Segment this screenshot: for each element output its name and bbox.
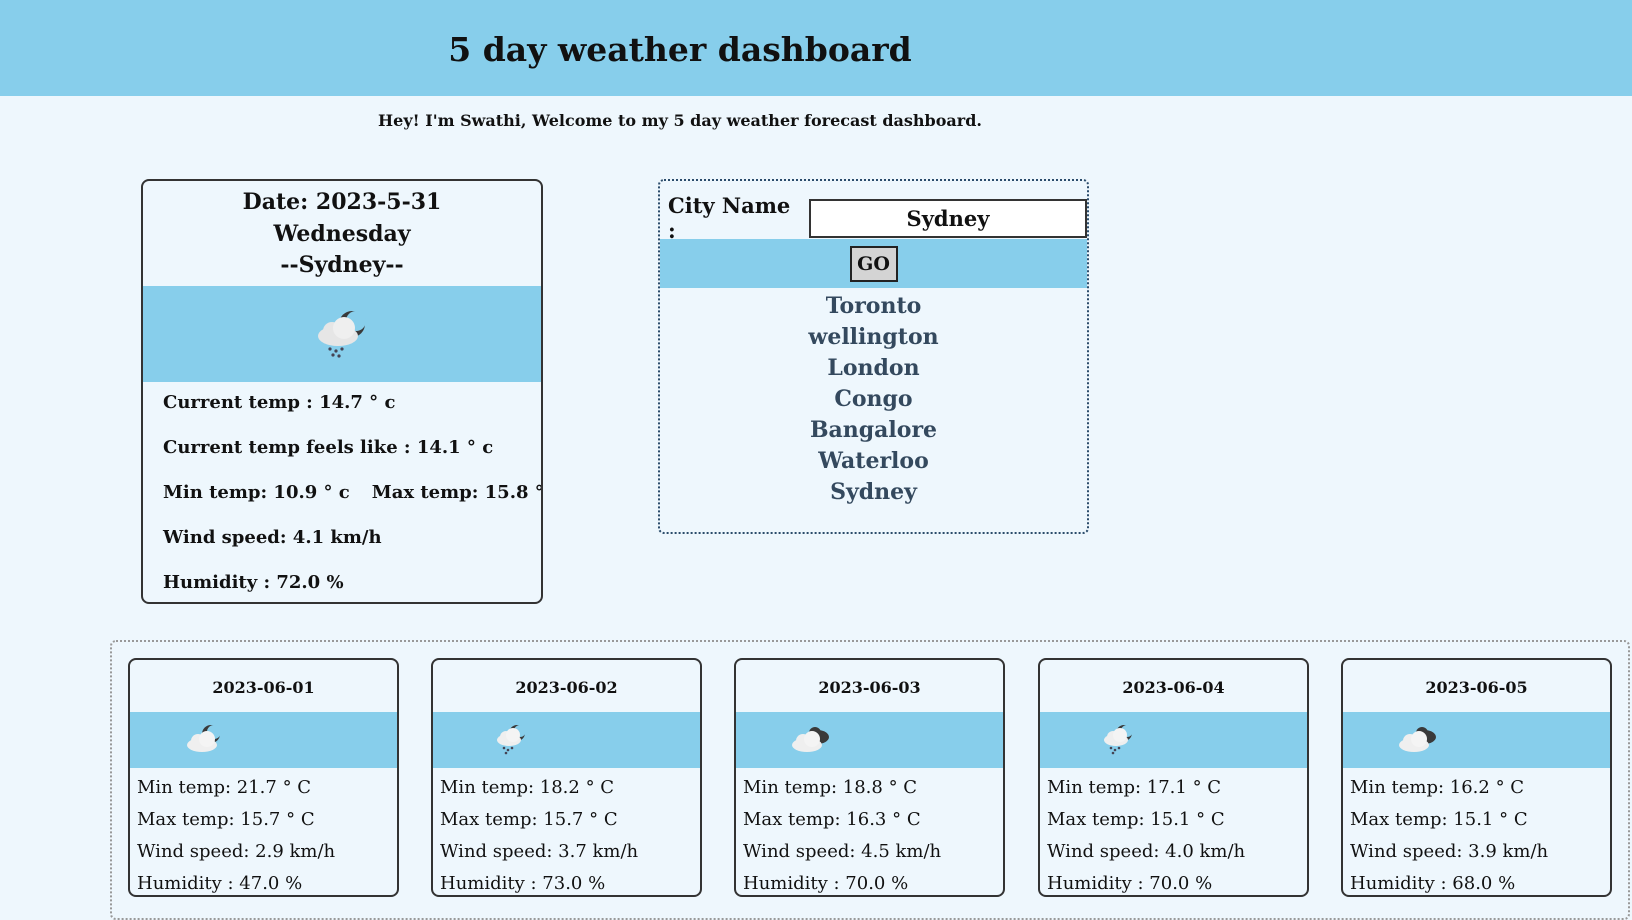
current-icon-band (143, 286, 541, 382)
forecast-max-temp: Max temp: 15.1 ° C (1047, 809, 1225, 830)
forecast-wind: Wind speed: 3.9 km/h (1350, 841, 1549, 862)
forecast-max-temp: Max temp: 15.1 ° C (1350, 809, 1528, 830)
humidity: Humidity : 72.0 % (163, 572, 344, 593)
city-item-sydney[interactable]: Sydney (660, 477, 1087, 508)
city-list: Toronto wellington London Congo Bangalor… (660, 291, 1087, 508)
forecast-max-temp: Max temp: 16.3 ° C (743, 809, 921, 830)
forecast-card: 2023-06-02 Min temp: 18.2 ° C Max temp: … (431, 658, 702, 897)
forecast-card: 2023-06-01 Min temp: 21.7 ° C Max temp: … (128, 658, 399, 897)
forecast-card: 2023-06-05 Min temp: 16.2 ° C Max temp: … (1341, 658, 1612, 897)
cloud-night-icon (185, 724, 225, 758)
current-weather-card: Date: 2023-5-31 Wednesday --Sydney-- Cur… (141, 179, 543, 604)
forecast-min-temp: Min temp: 18.8 ° C (743, 777, 918, 798)
city-name-input[interactable] (809, 198, 1087, 238)
current-temp: Current temp : 14.7 ° c (163, 392, 396, 413)
forecast-wind: Wind speed: 4.5 km/h (743, 841, 942, 862)
forecast-date: 2023-06-01 (212, 678, 315, 697)
page-title: 5 day weather dashboard (448, 30, 912, 69)
forecast-card: 2023-06-04 Min temp: 17.1 ° C Max temp: … (1038, 658, 1309, 897)
forecast-date: 2023-06-02 (515, 678, 618, 697)
forecast-humidity: Humidity : 73.0 % (440, 873, 606, 894)
city-item-waterloo[interactable]: Waterloo (660, 446, 1087, 477)
max-temp: Max temp: 15.8 ° c (371, 482, 543, 503)
forecast-wind: Wind speed: 2.9 km/h (137, 841, 336, 862)
forecast-min-temp: Min temp: 21.7 ° C (137, 777, 312, 798)
go-button[interactable]: GO (849, 245, 898, 282)
rain-cloud-night-icon (314, 306, 370, 362)
feels-like-temp: Current temp feels like : 14.1 ° c (163, 437, 494, 458)
forecast-card: 2023-06-03 Min temp: 18.8 ° C Max temp: … (734, 658, 1005, 897)
rain-cloud-night-icon (495, 724, 527, 760)
city-item-london[interactable]: London (660, 353, 1087, 384)
forecast-date: 2023-06-03 (818, 678, 921, 697)
welcome-message: Hey! I'm Swathi, Welcome to my 5 day wea… (378, 111, 982, 130)
current-date: Date: 2023-5-31 (242, 189, 442, 215)
go-band: GO (660, 239, 1087, 288)
city-item-toronto[interactable]: Toronto (660, 291, 1087, 322)
forecast-humidity: Humidity : 68.0 % (1350, 873, 1516, 894)
city-item-wellington[interactable]: wellington (660, 322, 1087, 353)
forecast-min-temp: Min temp: 16.2 ° C (1350, 777, 1525, 798)
forecast-humidity: Humidity : 70.0 % (743, 873, 909, 894)
forecast-wind: Wind speed: 3.7 km/h (440, 841, 639, 862)
forecast-humidity: Humidity : 70.0 % (1047, 873, 1213, 894)
forecast-max-temp: Max temp: 15.7 ° C (137, 809, 315, 830)
forecast-wind: Wind speed: 4.0 km/h (1047, 841, 1246, 862)
current-city: --Sydney-- (280, 252, 404, 278)
forecast-humidity: Humidity : 47.0 % (137, 873, 303, 894)
forecast-date: 2023-06-04 (1122, 678, 1225, 697)
broken-clouds-icon (791, 724, 833, 758)
forecast-max-temp: Max temp: 15.7 ° C (440, 809, 618, 830)
city-item-congo[interactable]: Congo (660, 384, 1087, 415)
current-day: Wednesday (273, 220, 411, 247)
city-name-label: City Name : (668, 193, 791, 243)
min-temp: Min temp: 10.9 ° c (163, 482, 350, 503)
forecast-min-temp: Min temp: 17.1 ° C (1047, 777, 1222, 798)
forecast-min-temp: Min temp: 18.2 ° C (440, 777, 615, 798)
broken-clouds-icon (1398, 724, 1440, 758)
city-search-panel: City Name : GO Toronto wellington London… (658, 179, 1089, 534)
header-bar: 5 day weather dashboard (0, 0, 1632, 96)
wind-speed: Wind speed: 4.1 km/h (163, 527, 382, 548)
city-item-bangalore[interactable]: Bangalore (660, 415, 1087, 446)
forecast-date: 2023-06-05 (1425, 678, 1528, 697)
rain-cloud-night-icon (1102, 724, 1134, 760)
